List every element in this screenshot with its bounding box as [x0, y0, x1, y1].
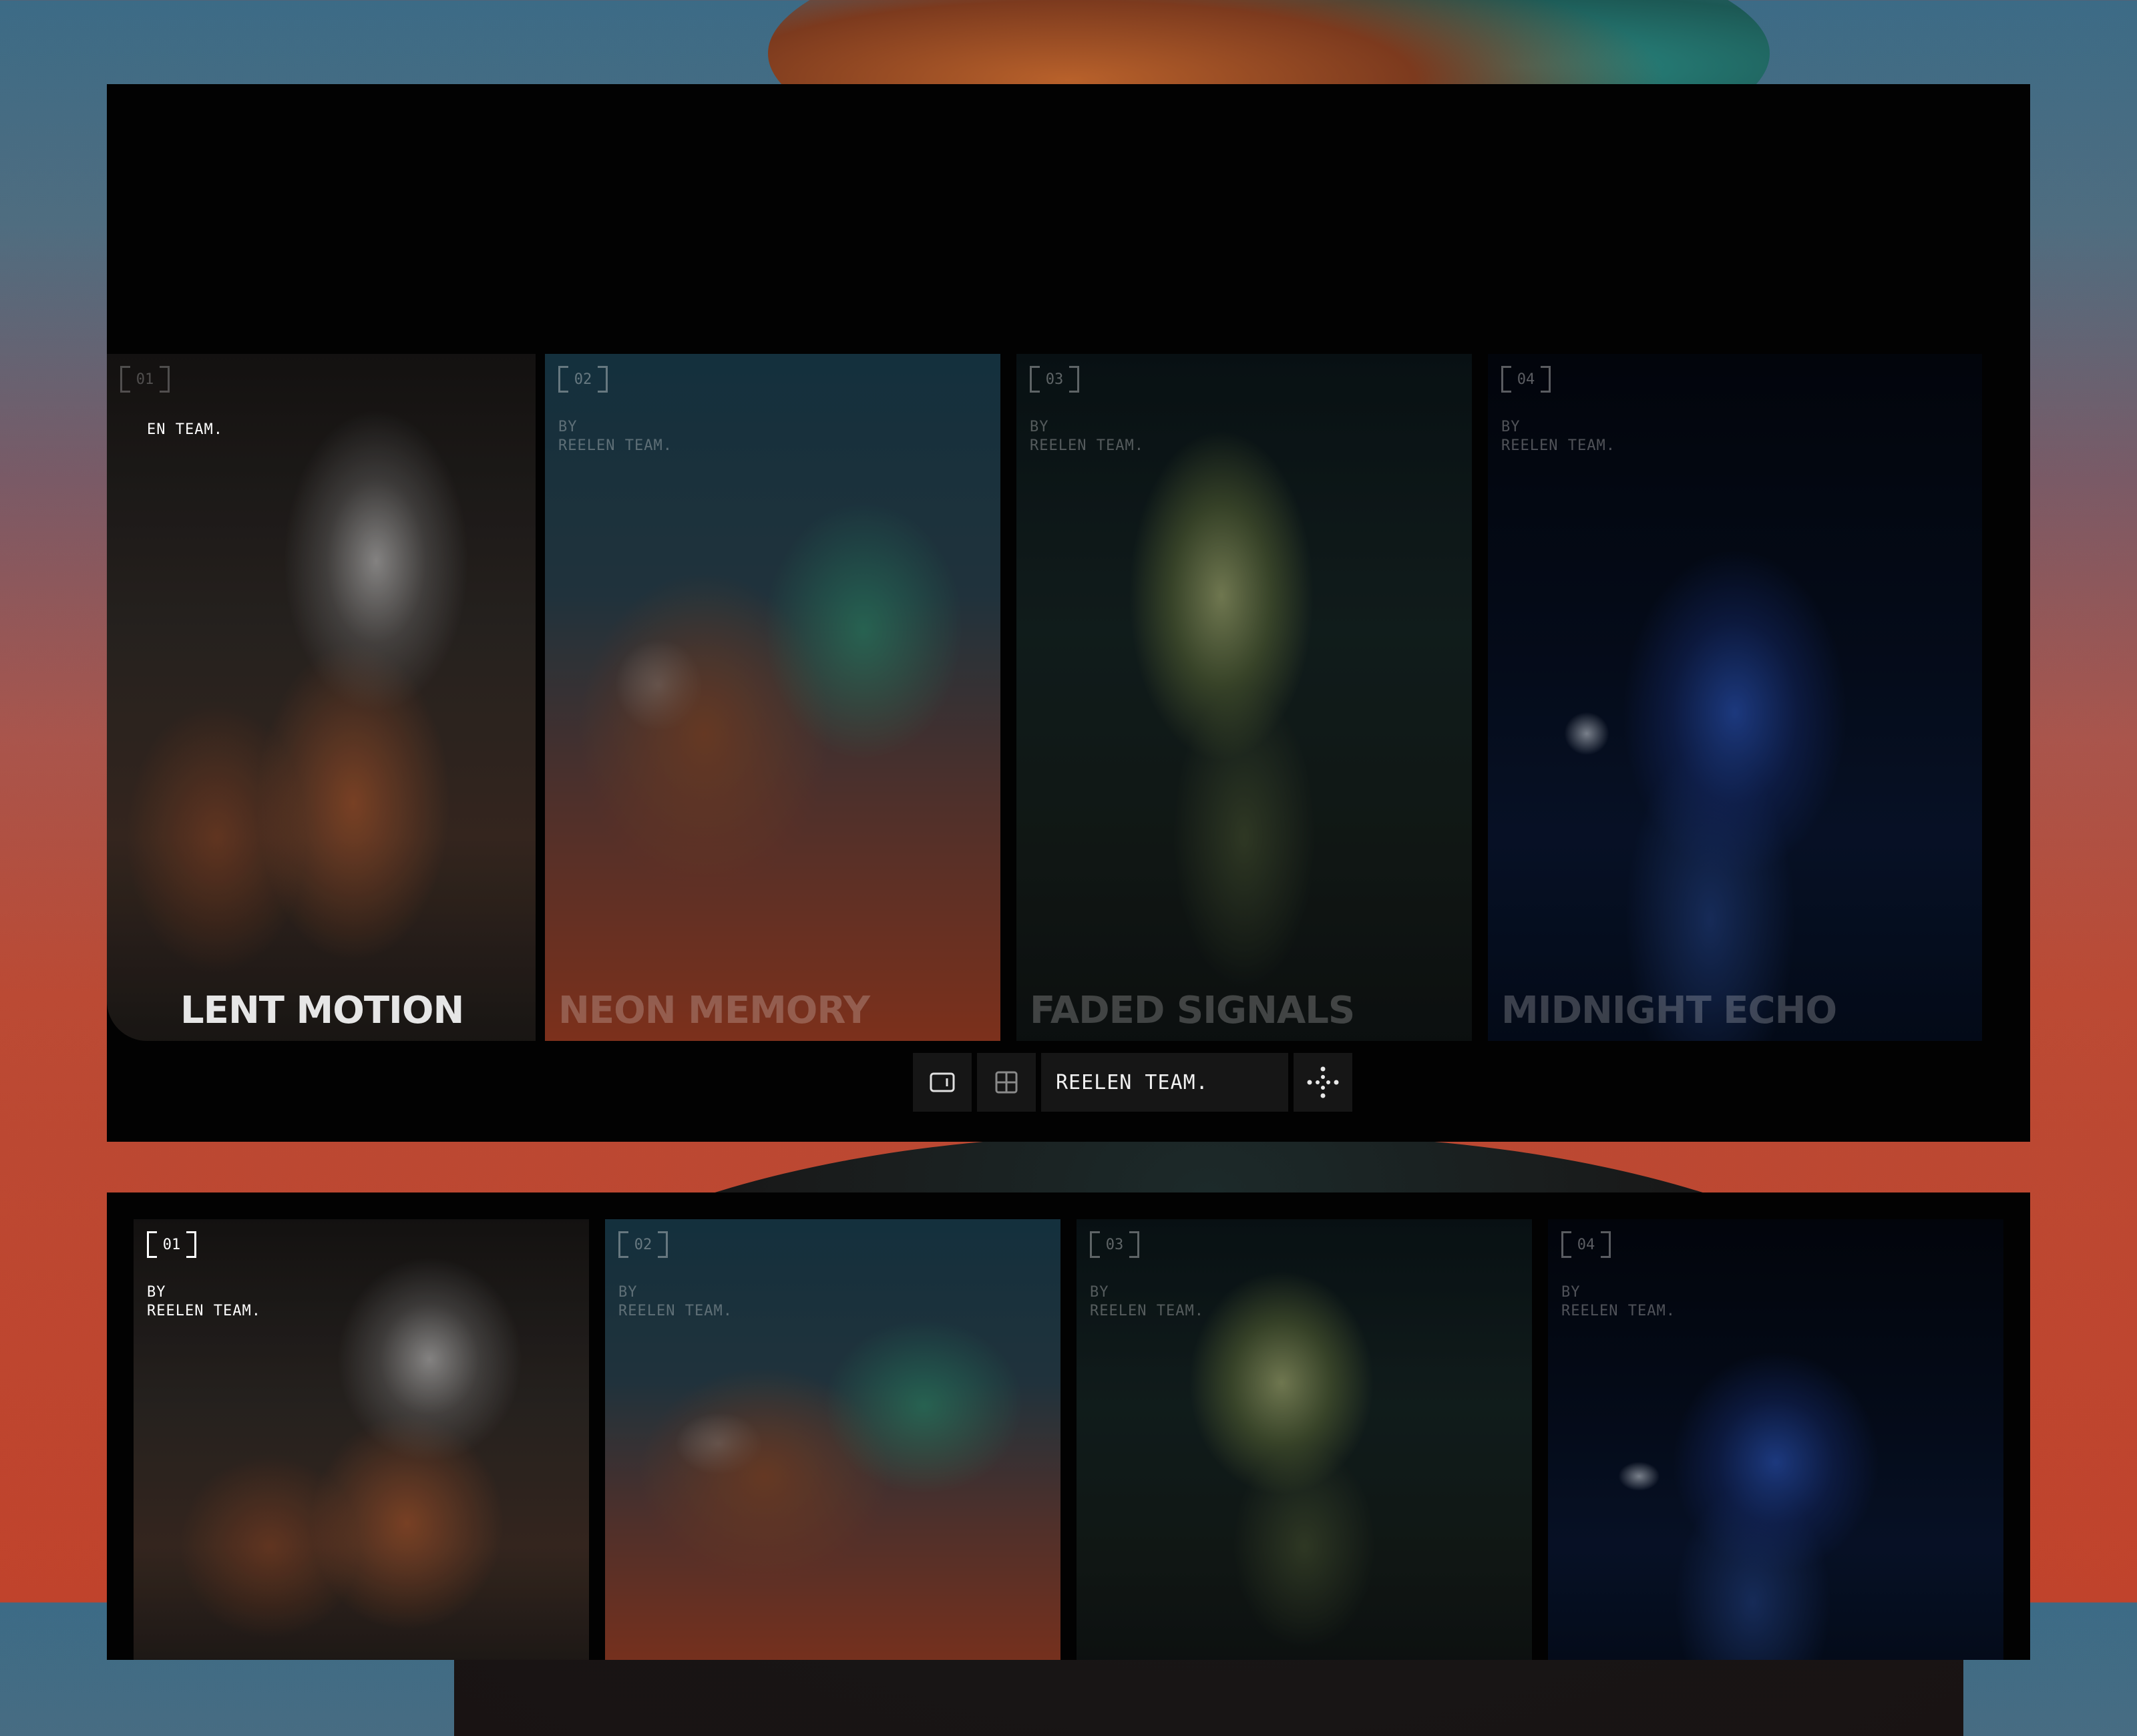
card-credit: BY REELEN TEAM. [1090, 1284, 1204, 1319]
grid-card-silent-motion[interactable]: 01 BY REELEN TEAM. [134, 1219, 589, 1660]
view-toolbar: REELEN TEAM. [913, 1053, 1352, 1112]
grid-frame: 01 BY REELEN TEAM. 02 BY REELEN TEAM. 03… [107, 1192, 2030, 1660]
card-silent-motion[interactable]: 01 EN TEAM. LENT MOTION [107, 354, 536, 1041]
card-title: NEON MEMORY [558, 989, 870, 1032]
card-credit: BY REELEN TEAM. [1561, 1284, 1676, 1319]
card-number: 01 [147, 1231, 196, 1258]
move-icon [1307, 1066, 1339, 1098]
carousel-strip[interactable]: 01 EN TEAM. LENT MOTION 02 BY REELEN TEA… [107, 270, 2030, 1041]
grid-card-neon-memory[interactable]: 02 BY REELEN TEAM. [605, 1219, 1060, 1660]
card-neon-memory[interactable]: 02 BY REELEN TEAM. NEON MEMORY [545, 354, 1000, 1041]
card-credit: BY REELEN TEAM. [1030, 419, 1144, 454]
card-title: MIDNIGHT ECHO [1501, 989, 1837, 1032]
grid-view-button[interactable] [977, 1053, 1036, 1112]
single-view-button[interactable] [913, 1053, 972, 1112]
single-view-icon [930, 1072, 955, 1092]
card-number: 03 [1090, 1231, 1139, 1258]
card-number: 03 [1030, 366, 1079, 393]
grid-card-faded-signals[interactable]: 03 BY REELEN TEAM. [1077, 1219, 1532, 1660]
card-title: FADED SIGNALS [1030, 989, 1355, 1032]
card-credit: EN TEAM. [147, 421, 223, 438]
card-number: 02 [618, 1231, 668, 1258]
grid-view-icon [995, 1071, 1018, 1094]
card-credit: BY REELEN TEAM. [558, 419, 672, 454]
card-credit: BY REELEN TEAM. [147, 1284, 261, 1319]
card-faded-signals[interactable]: 03 BY REELEN TEAM. FADED SIGNALS [1016, 354, 1472, 1041]
card-credit: BY REELEN TEAM. [1501, 419, 1615, 454]
card-midnight-echo[interactable]: 04 BY REELEN TEAM. MIDNIGHT ECHO [1488, 354, 1982, 1041]
team-label: REELEN TEAM. [1041, 1053, 1288, 1112]
move-button[interactable] [1294, 1053, 1352, 1112]
card-credit: BY REELEN TEAM. [618, 1284, 733, 1319]
card-number: 04 [1501, 366, 1551, 393]
card-number: 01 [120, 366, 170, 393]
card-number: 02 [558, 366, 608, 393]
grid-card-midnight-echo[interactable]: 04 BY REELEN TEAM. [1548, 1219, 2003, 1660]
card-title: LENT MOTION [180, 989, 464, 1032]
carousel-frame: 01 EN TEAM. LENT MOTION 02 BY REELEN TEA… [107, 84, 2030, 1142]
card-number: 04 [1561, 1231, 1611, 1258]
